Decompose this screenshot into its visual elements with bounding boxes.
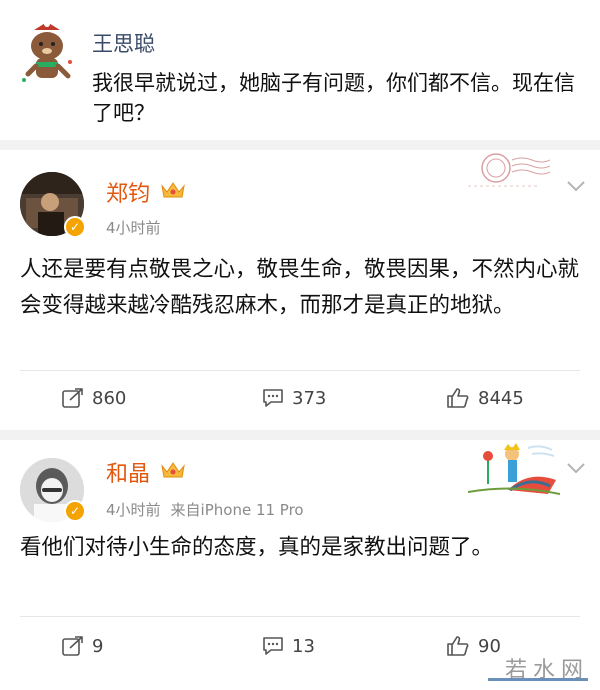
forward-button[interactable]: 9 <box>62 626 103 666</box>
comment-button[interactable]: 373 <box>262 378 326 418</box>
weibo-post: ✓ 郑钧 4小时前 人还是要有点敬畏之心，敬畏生命，敬畏因果，不然内心就会变得越… <box>0 150 600 430</box>
comment-button[interactable]: 13 <box>262 626 315 666</box>
forward-count: 9 <box>92 635 104 657</box>
chevron-down-icon[interactable] <box>566 462 586 474</box>
chevron-down-icon[interactable] <box>566 180 586 192</box>
verified-badge-icon: ✓ <box>64 500 86 522</box>
bear-avatar-icon[interactable] <box>16 22 78 92</box>
crown-icon <box>161 462 185 478</box>
divider <box>20 616 580 617</box>
like-icon <box>447 636 469 656</box>
post-time: 4小时前 <box>106 219 161 237</box>
reply-card: 王思聪 我很早就说过，她脑子有问题，你们都不信。现在信了吧？ <box>0 0 600 140</box>
forward-count: 860 <box>92 387 127 409</box>
forward-icon <box>62 388 83 408</box>
like-count: 8445 <box>478 387 524 409</box>
like-button[interactable]: 90 <box>446 626 501 666</box>
action-bar: 860 373 8445 <box>0 378 600 418</box>
reply-username[interactable]: 王思聪 <box>92 28 155 58</box>
watermark-underline <box>488 678 588 681</box>
comment-icon <box>263 637 283 655</box>
post-meta: 4小时前 来自iPhone 11 Pro <box>106 499 304 520</box>
verified-badge-icon: ✓ <box>64 216 86 238</box>
comment-icon <box>263 389 283 407</box>
post-time: 4小时前 <box>106 501 161 519</box>
post-username[interactable]: 郑钧 <box>106 176 150 208</box>
forward-button[interactable]: 860 <box>62 378 126 418</box>
little-prince-decoration-icon <box>468 443 560 495</box>
forward-icon <box>62 636 83 656</box>
post-text: 看他们对待小生命的态度，真的是家教出问题了。 <box>20 535 494 560</box>
like-count: 90 <box>478 635 501 657</box>
post-username[interactable]: 和晶 <box>106 456 150 488</box>
like-icon <box>447 388 469 408</box>
crown-icon <box>161 182 185 198</box>
post-source: 来自iPhone 11 Pro <box>170 501 304 519</box>
like-button[interactable]: 8445 <box>446 378 524 418</box>
comment-count: 13 <box>292 635 315 657</box>
post-meta: 4小时前 <box>106 217 161 238</box>
post-text: 人还是要有点敬畏之心，敬畏生命，敬畏因果，不然内心就会变得越来越冷酷残忍麻木，而… <box>20 257 580 318</box>
postmark-decoration-icon <box>468 153 550 187</box>
divider <box>20 370 580 371</box>
reply-text: 我很早就说过，她脑子有问题，你们都不信。现在信了吧？ <box>92 71 575 125</box>
comment-count: 373 <box>292 387 327 409</box>
